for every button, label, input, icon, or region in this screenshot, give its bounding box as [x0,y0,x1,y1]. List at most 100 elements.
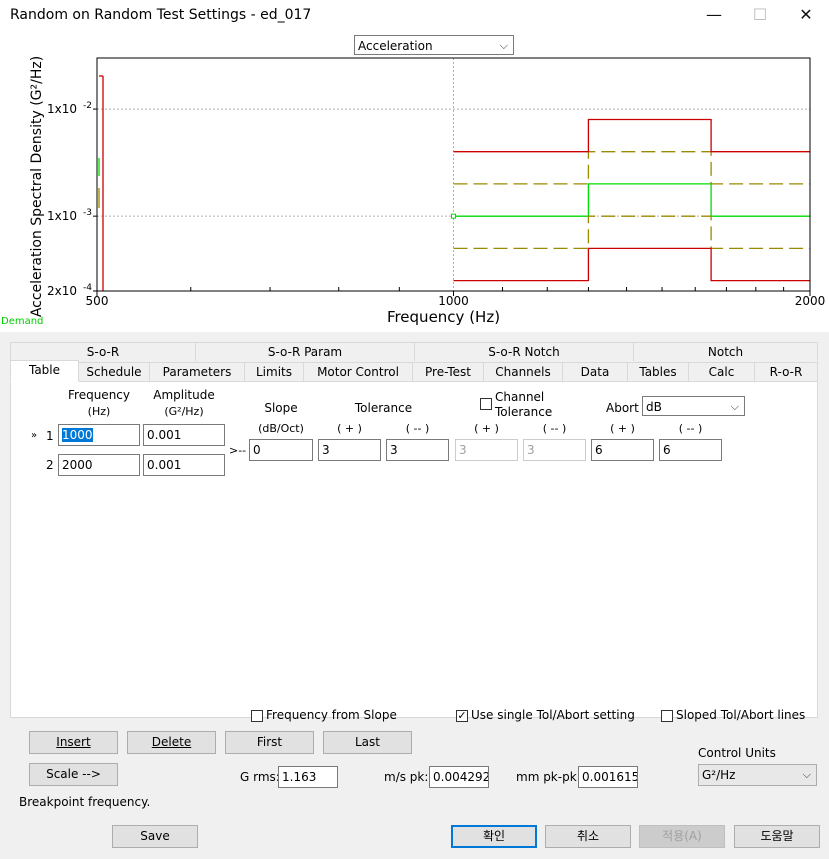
tol-minus-label: ( -- ) [405,422,430,435]
tab-notch[interactable]: Notch [633,342,818,361]
tab-s-o-r-param[interactable]: S-o-R Param [195,342,415,361]
abort-plus-label: ( + ) [610,422,635,435]
tab-label: Schedule [86,365,142,379]
tab-table[interactable]: Table [10,360,79,382]
apply-button: 적용(A) [639,825,725,848]
amplitude-input-row1[interactable]: 0.001 [143,424,225,446]
checkmark-icon: ✓ [457,709,467,722]
frequency-header: Frequency [68,388,130,402]
chan-minus-value: 3 [527,443,535,457]
tol-minus-value: 3 [390,443,398,457]
tol-plus-value: 3 [322,443,330,457]
control-units-label: Control Units [698,746,776,760]
tab-motor-control[interactable]: Motor Control [303,362,413,381]
scale-button[interactable]: Scale --> [29,763,118,786]
tab-s-o-r-notch[interactable]: S-o-R Notch [414,342,634,361]
delete-button[interactable]: Delete [127,731,216,754]
close-icon: ✕ [799,5,813,24]
channel-tolerance-checkbox[interactable] [480,398,492,410]
save-button[interactable]: Save [112,825,198,848]
abort-minus-input[interactable]: 6 [659,439,722,461]
abort-plus-value: 6 [595,443,603,457]
frequency-input-row1[interactable]: 1000 [58,424,140,446]
chan-plus-value: 3 [459,443,467,457]
tab-schedule[interactable]: Schedule [78,362,150,381]
tab-s-o-r[interactable]: S-o-R [10,342,196,361]
tolerance-plus-input[interactable]: 3 [318,439,381,461]
y-tick-label: 1x10 [47,102,77,116]
amplitude-unit: (G²/Hz) [164,405,204,418]
y-tick-exponent: -3 [83,208,92,218]
x-tick-label: 500 [86,294,109,308]
tab-pre-test[interactable]: Pre-Test [412,362,484,381]
abort-plus-input[interactable]: 6 [591,439,654,461]
current-row-marker: » [31,430,38,441]
tab-label: S-o-R Param [267,345,343,359]
chevron-down-icon: ⌵ [802,768,811,781]
tab-tables[interactable]: Tables [627,362,689,381]
abort-unit-select[interactable]: dB ⌵ [642,396,745,416]
window-title: Random on Random Test Settings - ed_017 [10,7,312,23]
series-line [453,118,810,153]
first-button[interactable]: First [225,731,314,754]
frequency-input-row2[interactable]: 2000 [58,454,140,476]
amplitude-input-row2[interactable]: 0.001 [143,454,225,476]
help-button[interactable]: 도움말 [734,825,820,848]
sloped-tol-abort-checkbox[interactable] [661,710,673,722]
control-units-value: G²/Hz [702,768,736,782]
series-line [453,247,810,282]
tab-label: Parameters [162,365,232,379]
tab-label: Data [580,365,610,379]
tolerance-minus-input[interactable]: 3 [386,439,449,461]
ms-pk-value: 0.004292 [433,770,489,784]
slope-unit: (dB/Oct) [258,422,304,435]
abort-label: Abort [606,401,639,415]
tab-label: R-o-R [769,365,803,379]
abort-minus-label: ( -- ) [678,422,703,435]
chart-area: Acceleration ⌵ 500 1000 2000 2x10 -4 1x10 -3 1x… [0,32,829,332]
ms-pk-label: m/s pk: [384,770,429,784]
frequency-unit: (Hz) [87,405,111,418]
ok-button[interactable]: 확인 [451,825,537,848]
tab-label: S-o-R [86,345,120,359]
slope-input[interactable]: 0 [249,439,313,461]
frequency-from-slope-checkbox[interactable] [251,710,263,722]
use-single-tol-abort-checkbox[interactable]: ✓ [456,710,468,722]
tab-parameters[interactable]: Parameters [149,362,245,381]
frequency-value: 1000 [62,428,93,442]
minimize-button[interactable]: — [691,0,737,32]
maximize-icon: ☐ [752,5,768,24]
row-index: 1 [46,429,54,443]
frequency-value: 2000 [62,458,93,472]
y-tick-label: 1x10 [47,209,77,223]
tab-label: Calc [708,365,735,379]
psd-chart: 500 1000 2000 2x10 -4 1x10 -3 1x10 -2 Frequency (… [1,56,826,327]
tab-r-o-r[interactable]: R-o-R [754,362,818,381]
amplitude-header: Amplitude [153,388,215,402]
tab-label: Channels [495,365,551,379]
control-units-select[interactable]: G²/Hz ⌵ [698,764,817,786]
amplitude-value: 0.001 [147,428,182,442]
channel-tol-minus-input: 3 [523,439,586,461]
tab-data[interactable]: Data [562,362,628,381]
cancel-button[interactable]: 취소 [545,825,631,848]
insert-button[interactable]: Insert [29,731,118,754]
mm-pk-pk-value: 0.001615 [582,770,638,784]
maximize-button: ☐ [737,0,783,32]
frequency-from-slope-label: Frequency from Slope [266,708,397,722]
status-text: Breakpoint frequency. [19,795,151,809]
tab-calc[interactable]: Calc [688,362,755,381]
tol-plus-label: ( + ) [337,422,362,435]
tab-channels[interactable]: Channels [483,362,563,381]
x-tick-label: 2000 [795,294,826,308]
mm-pk-pk-field: 0.001615 [578,766,638,788]
close-button[interactable]: ✕ [783,0,829,32]
channel-tol-plus-input: 3 [455,439,518,461]
grms-field: 1.163 [278,766,338,788]
tab-limits[interactable]: Limits [244,362,304,381]
amplitude-value: 0.001 [147,458,182,472]
chevron-down-icon: ⌵ [730,400,739,413]
tab-label: Table [28,363,61,377]
slope-header: Slope [264,401,298,415]
last-button[interactable]: Last [323,731,412,754]
